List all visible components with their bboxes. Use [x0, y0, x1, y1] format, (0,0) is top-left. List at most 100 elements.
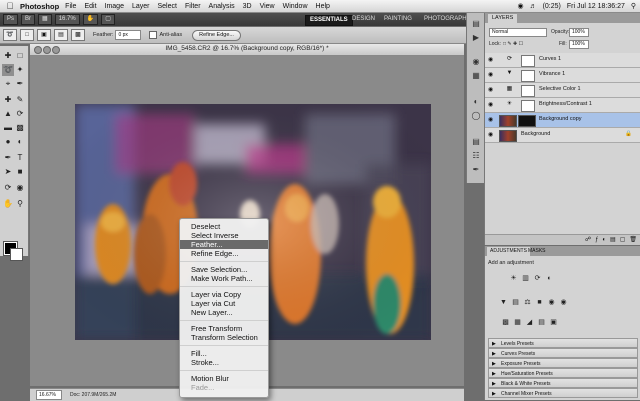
preset-channel-mixer[interactable]: Channel Mixer Presets	[488, 388, 638, 399]
blur-tool-icon[interactable]: ●	[2, 136, 14, 148]
spotlight-icon[interactable]: ⚲	[631, 2, 636, 10]
preset-hue-saturation[interactable]: Hue/Saturation Presets	[488, 368, 638, 379]
menu-view[interactable]: View	[260, 3, 275, 10]
actions-panel-icon[interactable]: ▶	[470, 33, 482, 43]
quick-select-icon[interactable]: ✦	[14, 64, 26, 76]
antialias-checkbox[interactable]	[149, 31, 158, 39]
paths-panel-icon[interactable]: ✒	[470, 165, 482, 175]
layer-thumbnail[interactable]	[499, 115, 517, 127]
menu-item-new-layer[interactable]: New Layer...	[180, 308, 268, 317]
lasso-preset-icon[interactable]: ➰	[3, 29, 17, 41]
eye-icon[interactable]: ◉	[488, 116, 493, 123]
lasso-tool-icon[interactable]: ➰	[2, 64, 14, 76]
menu-item-free-transform[interactable]: Free Transform	[180, 324, 268, 333]
apple-icon[interactable]: 	[4, 1, 16, 11]
path-select-icon[interactable]: ➤	[2, 166, 14, 178]
add-selection-icon[interactable]: ▣	[37, 29, 51, 41]
feather-input[interactable]: 0 px	[115, 30, 142, 40]
healing-brush-icon[interactable]: ✚	[2, 94, 14, 106]
tab-masks[interactable]: MASKS	[525, 247, 549, 256]
menu-select[interactable]: Select	[158, 3, 177, 10]
lock-icons[interactable]: □ ✎ ✚ ☐	[503, 41, 523, 47]
layers-footer-buttons[interactable]: ☍ƒ◐▤▢🗑	[485, 234, 640, 245]
move-tool-icon[interactable]: ✚	[2, 50, 14, 62]
workspace-design[interactable]: DESIGN	[348, 15, 379, 24]
preset-levels[interactable]: Levels Presets	[488, 338, 638, 349]
exposure-icon[interactable]: ◐	[545, 274, 554, 283]
new-selection-icon[interactable]: □	[20, 29, 34, 41]
eraser-tool-icon[interactable]: ▬	[2, 122, 14, 134]
brightness-contrast-icon[interactable]: ☀	[509, 274, 518, 283]
app-menu[interactable]: Photoshop	[20, 2, 59, 11]
channels-panel-icon[interactable]: ☷	[470, 151, 482, 161]
layer-row[interactable]: ◉ ⟳ Curves 1	[485, 53, 640, 68]
grid-icon[interactable]: ▦	[38, 14, 52, 25]
dodge-tool-icon[interactable]: ◐	[14, 136, 26, 148]
menu-item-motion-blur[interactable]: Motion Blur	[180, 374, 268, 383]
workspace-painting[interactable]: PAINTING	[380, 15, 416, 24]
layer-mask-thumbnail[interactable]	[521, 70, 535, 82]
layer-thumbnail[interactable]	[499, 130, 517, 142]
history-panel-icon[interactable]: ▤	[470, 19, 482, 29]
layer-row[interactable]: ◉ ☀ Brightness/Contrast 1	[485, 98, 640, 113]
eye-icon[interactable]: ◉	[488, 71, 493, 78]
background-color-swatch[interactable]	[10, 248, 23, 261]
preset-black-white[interactable]: Black & White Presets	[488, 378, 638, 389]
marquee-tool-icon[interactable]: □	[14, 50, 26, 62]
menu-item-refine-edge[interactable]: Refine Edge...	[180, 249, 268, 258]
vibrance-icon[interactable]: ▼	[499, 298, 508, 307]
tab-layers[interactable]: LAYERS	[488, 14, 518, 23]
menu-item-layer-via-cut[interactable]: Layer via Cut	[180, 299, 268, 308]
selective-color-icon[interactable]: ▣	[549, 318, 558, 327]
layers-panel-icon[interactable]: ▤	[470, 137, 482, 147]
menu-analysis[interactable]: Analysis	[209, 3, 235, 10]
eye-icon[interactable]: ◉	[488, 56, 493, 63]
layer-row[interactable]: ◉ ▼ Vibrance 1	[485, 68, 640, 83]
eye-icon[interactable]: ◉	[488, 86, 493, 93]
color-balance-icon[interactable]: ⚖	[523, 298, 532, 307]
menu-item-fill[interactable]: Fill...	[180, 349, 268, 358]
tab-adjustments[interactable]: ADJUSTMENTS	[487, 247, 530, 256]
channel-mixer-icon[interactable]: ◉	[559, 298, 568, 307]
menu-image[interactable]: Image	[105, 3, 124, 10]
menu-item-layer-via-copy[interactable]: Layer via Copy	[180, 290, 268, 299]
color-panel-icon[interactable]: ◉	[470, 57, 482, 67]
swatches-panel-icon[interactable]: ▦	[470, 71, 482, 81]
brush-tool-icon[interactable]: ✎	[14, 94, 26, 106]
workspace-essentials[interactable]: ESSENTIALS	[305, 15, 353, 26]
volume-icon[interactable]: ♬	[530, 3, 537, 10]
intersect-selection-icon[interactable]: ▩	[71, 29, 85, 41]
menu-file[interactable]: File	[65, 3, 76, 10]
hand-tool-icon[interactable]: ✋	[2, 198, 14, 210]
wifi-icon[interactable]: ◉	[517, 2, 523, 10]
threshold-icon[interactable]: ◢	[525, 318, 534, 327]
menu-window[interactable]: Window	[283, 3, 308, 10]
hue-saturation-icon[interactable]: ▤	[511, 298, 520, 307]
preset-curves[interactable]: Curves Presets	[488, 348, 638, 359]
gradient-tool-icon[interactable]: ▩	[14, 122, 26, 134]
crop-tool-icon[interactable]: ⌖	[2, 78, 14, 90]
photo-filter-icon[interactable]: ◉	[547, 298, 556, 307]
menu-item-stroke[interactable]: Stroke...	[180, 358, 268, 367]
type-tool-icon[interactable]: T	[14, 152, 26, 164]
menu-item-transform-selection[interactable]: Transform Selection	[180, 333, 268, 342]
zoom-field[interactable]: 16.67%	[36, 390, 62, 400]
arrange-icon[interactable]: ▢	[101, 14, 115, 25]
menu-help[interactable]: Help	[316, 3, 330, 10]
opacity-field[interactable]: 100%	[569, 28, 589, 37]
layer-mask-thumbnail[interactable]	[518, 115, 536, 127]
workspace-photography[interactable]: PHOTOGRAPH	[420, 15, 471, 24]
bridge-button[interactable]: Br	[21, 14, 36, 25]
eyedropper-icon[interactable]: ✒	[14, 78, 26, 90]
menu-layer[interactable]: Layer	[132, 3, 150, 10]
menu-item-make-work-path[interactable]: Make Work Path...	[180, 274, 268, 283]
3d-rotate-icon[interactable]: ⟳	[2, 182, 14, 194]
hand-tool-icon[interactable]: ✋	[82, 14, 99, 25]
menu-item-save-selection[interactable]: Save Selection...	[180, 265, 268, 274]
menu-edit[interactable]: Edit	[84, 3, 96, 10]
menu-item-deselect[interactable]: Deselect	[180, 222, 268, 231]
menu-item-select-inverse[interactable]: Select Inverse	[180, 231, 268, 240]
3d-camera-icon[interactable]: ◉	[14, 182, 26, 194]
shape-tool-icon[interactable]: ■	[14, 166, 26, 178]
posterize-icon[interactable]: ▦	[513, 318, 522, 327]
